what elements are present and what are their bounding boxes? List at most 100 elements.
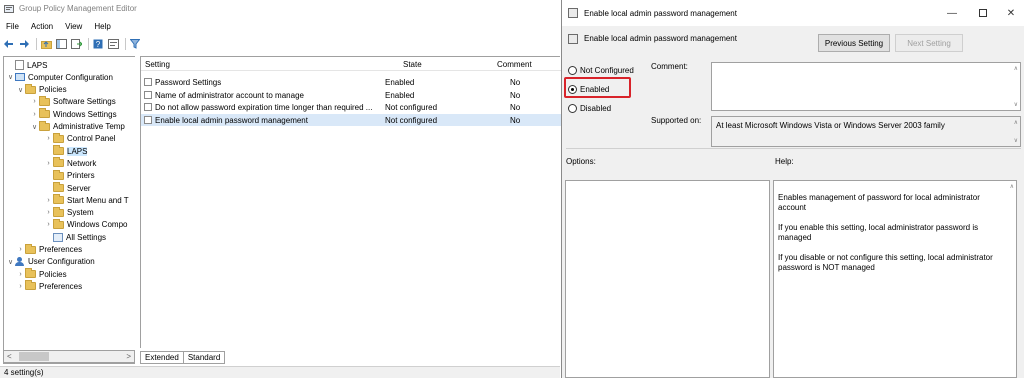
policy-setting-dialog: Enable local admin password management —…	[561, 0, 1024, 378]
properties-icon[interactable]	[107, 38, 119, 50]
collapse-chevron-icon[interactable]: ∨	[6, 73, 15, 81]
expand-chevron-icon[interactable]: ›	[30, 98, 39, 105]
collapse-chevron-icon[interactable]: ∨	[30, 123, 39, 131]
back-icon[interactable]	[3, 38, 15, 50]
radio-circle-not-configured[interactable]	[568, 65, 577, 75]
expand-chevron-icon[interactable]: ›	[16, 271, 25, 278]
expand-chevron-icon[interactable]: ›	[44, 160, 53, 167]
tree-item[interactable]: Server	[44, 182, 91, 194]
expand-chevron-icon[interactable]: ›	[44, 221, 53, 228]
tree-item[interactable]: Printers	[44, 169, 95, 182]
expand-chevron-icon[interactable]: ›	[44, 209, 53, 216]
policy-setting-icon	[144, 78, 152, 86]
cell-comment: No	[510, 90, 521, 100]
menu-action[interactable]: Action	[31, 22, 53, 31]
table-row[interactable]: Name of administrator account to manage E…	[141, 89, 561, 101]
scroll-down-icon[interactable]: ∨	[1014, 101, 1018, 108]
table-row[interactable]: Do not allow password expiration time lo…	[141, 101, 561, 113]
tree-item[interactable]: › Preferences	[16, 280, 82, 292]
view-tabs: Extended Standard	[140, 350, 226, 364]
list-header: Setting State Comment	[141, 57, 561, 71]
menu-help[interactable]: Help	[94, 22, 110, 31]
radio-disabled[interactable]: Disabled	[568, 102, 611, 114]
status-bar: 4 setting(s)	[0, 366, 560, 378]
tree-item-label: Preferences	[39, 245, 83, 254]
tree-item[interactable]: › Windows Settings	[30, 108, 117, 120]
console-tree[interactable]: LAPS ∨ Computer Configuration ∨ Policies › Sof…	[3, 56, 135, 364]
show-tree-icon[interactable]	[55, 38, 67, 50]
gpo-document-icon	[15, 60, 24, 70]
tree-item[interactable]: › Control Panel	[44, 132, 115, 145]
folder-icon	[53, 169, 64, 180]
scroll-left-icon[interactable]: <	[7, 352, 12, 361]
folder-icon	[53, 157, 64, 168]
maximize-icon[interactable]	[974, 4, 992, 22]
tree-item[interactable]: › Software Settings	[30, 95, 116, 108]
close-icon[interactable]: ✕	[1002, 4, 1020, 22]
computer-icon	[15, 73, 25, 82]
help-icon[interactable]: ?	[92, 38, 104, 50]
next-setting-button[interactable]: Next Setting	[895, 34, 963, 52]
cell-comment: No	[510, 103, 521, 112]
filter-icon[interactable]	[129, 38, 141, 50]
radio-label-not-configured: Not Configured	[580, 65, 634, 75]
column-header-comment[interactable]: Comment	[497, 60, 532, 69]
tree-item[interactable]: › Policies	[16, 268, 67, 280]
radio-not-configured[interactable]: Not Configured	[568, 64, 634, 76]
cell-state: Enabled	[385, 90, 415, 100]
tree-item[interactable]: LAPS	[6, 59, 47, 71]
table-row[interactable]: Password Settings Enabled No	[141, 76, 561, 88]
cell-state: Not configured	[385, 103, 438, 112]
tree-item-label: Start Menu and T	[67, 195, 129, 205]
tree-item[interactable]: ∨ Computer Configuration	[6, 71, 113, 83]
menu-view[interactable]: View	[65, 22, 82, 31]
expand-chevron-icon[interactable]: ›	[16, 246, 25, 253]
scroll-up-icon[interactable]: ∧	[1010, 183, 1014, 190]
scroll-up-icon[interactable]: ∧	[1014, 119, 1018, 126]
expand-chevron-icon[interactable]: ›	[30, 111, 39, 118]
export-list-icon[interactable]	[70, 38, 82, 50]
column-header-state[interactable]: State	[403, 60, 422, 69]
expand-chevron-icon[interactable]: ›	[44, 135, 53, 142]
folder-icon	[53, 194, 64, 205]
tree-item[interactable]: ∨ User Configuration	[6, 256, 95, 268]
radio-label-disabled: Disabled	[580, 103, 612, 113]
policy-setting-icon	[144, 90, 152, 99]
tree-item[interactable]: ∨ Administrative Temp	[30, 120, 125, 133]
tree-item-label: System	[67, 208, 94, 218]
scroll-right-icon[interactable]: >	[126, 352, 131, 361]
tree-item[interactable]: › Network	[44, 157, 96, 169]
scroll-thumb[interactable]	[19, 352, 49, 361]
tree-horizontal-scrollbar[interactable]: < >	[3, 350, 135, 363]
tree-item[interactable]: ∨ Policies	[16, 83, 67, 96]
scroll-up-icon[interactable]: ∧	[1014, 65, 1018, 72]
table-row[interactable]: Enable local admin password management No…	[141, 113, 561, 126]
radio-circle-disabled[interactable]	[568, 103, 577, 113]
tab-extended[interactable]: Extended	[140, 351, 184, 364]
column-header-setting[interactable]: Setting	[145, 60, 170, 69]
tab-standard[interactable]: Standard	[182, 351, 226, 364]
minimize-icon[interactable]: —	[943, 4, 961, 22]
menu-file[interactable]: File	[6, 22, 19, 31]
policy-setting-icon	[568, 8, 578, 18]
up-folder-icon[interactable]	[40, 38, 52, 50]
forward-icon[interactable]	[18, 38, 30, 50]
scroll-down-icon[interactable]: ∨	[1014, 137, 1018, 144]
expand-chevron-icon[interactable]: ›	[16, 283, 25, 290]
tree-item[interactable]: LAPS	[44, 145, 88, 157]
svg-text:?: ?	[96, 40, 101, 49]
tree-item[interactable]: All Settings	[44, 231, 106, 243]
tree-item[interactable]: › Preferences	[16, 243, 83, 256]
toolbar-separator	[125, 38, 126, 50]
tree-item[interactable]: › System	[44, 206, 94, 219]
collapse-chevron-icon[interactable]: ∨	[6, 258, 15, 266]
tree-item-label: Server	[67, 183, 91, 193]
collapse-chevron-icon[interactable]: ∨	[16, 86, 25, 94]
cell-setting: Password Settings	[155, 78, 222, 87]
tree-item[interactable]: › Windows Compo	[44, 218, 127, 231]
previous-setting-button[interactable]: Previous Setting	[818, 34, 890, 52]
tree-item[interactable]: › Start Menu and T	[44, 194, 129, 206]
comment-textarea[interactable]: ∧ ∨	[711, 62, 1021, 111]
expand-chevron-icon[interactable]: ›	[44, 197, 53, 204]
setting-icon	[568, 34, 578, 44]
